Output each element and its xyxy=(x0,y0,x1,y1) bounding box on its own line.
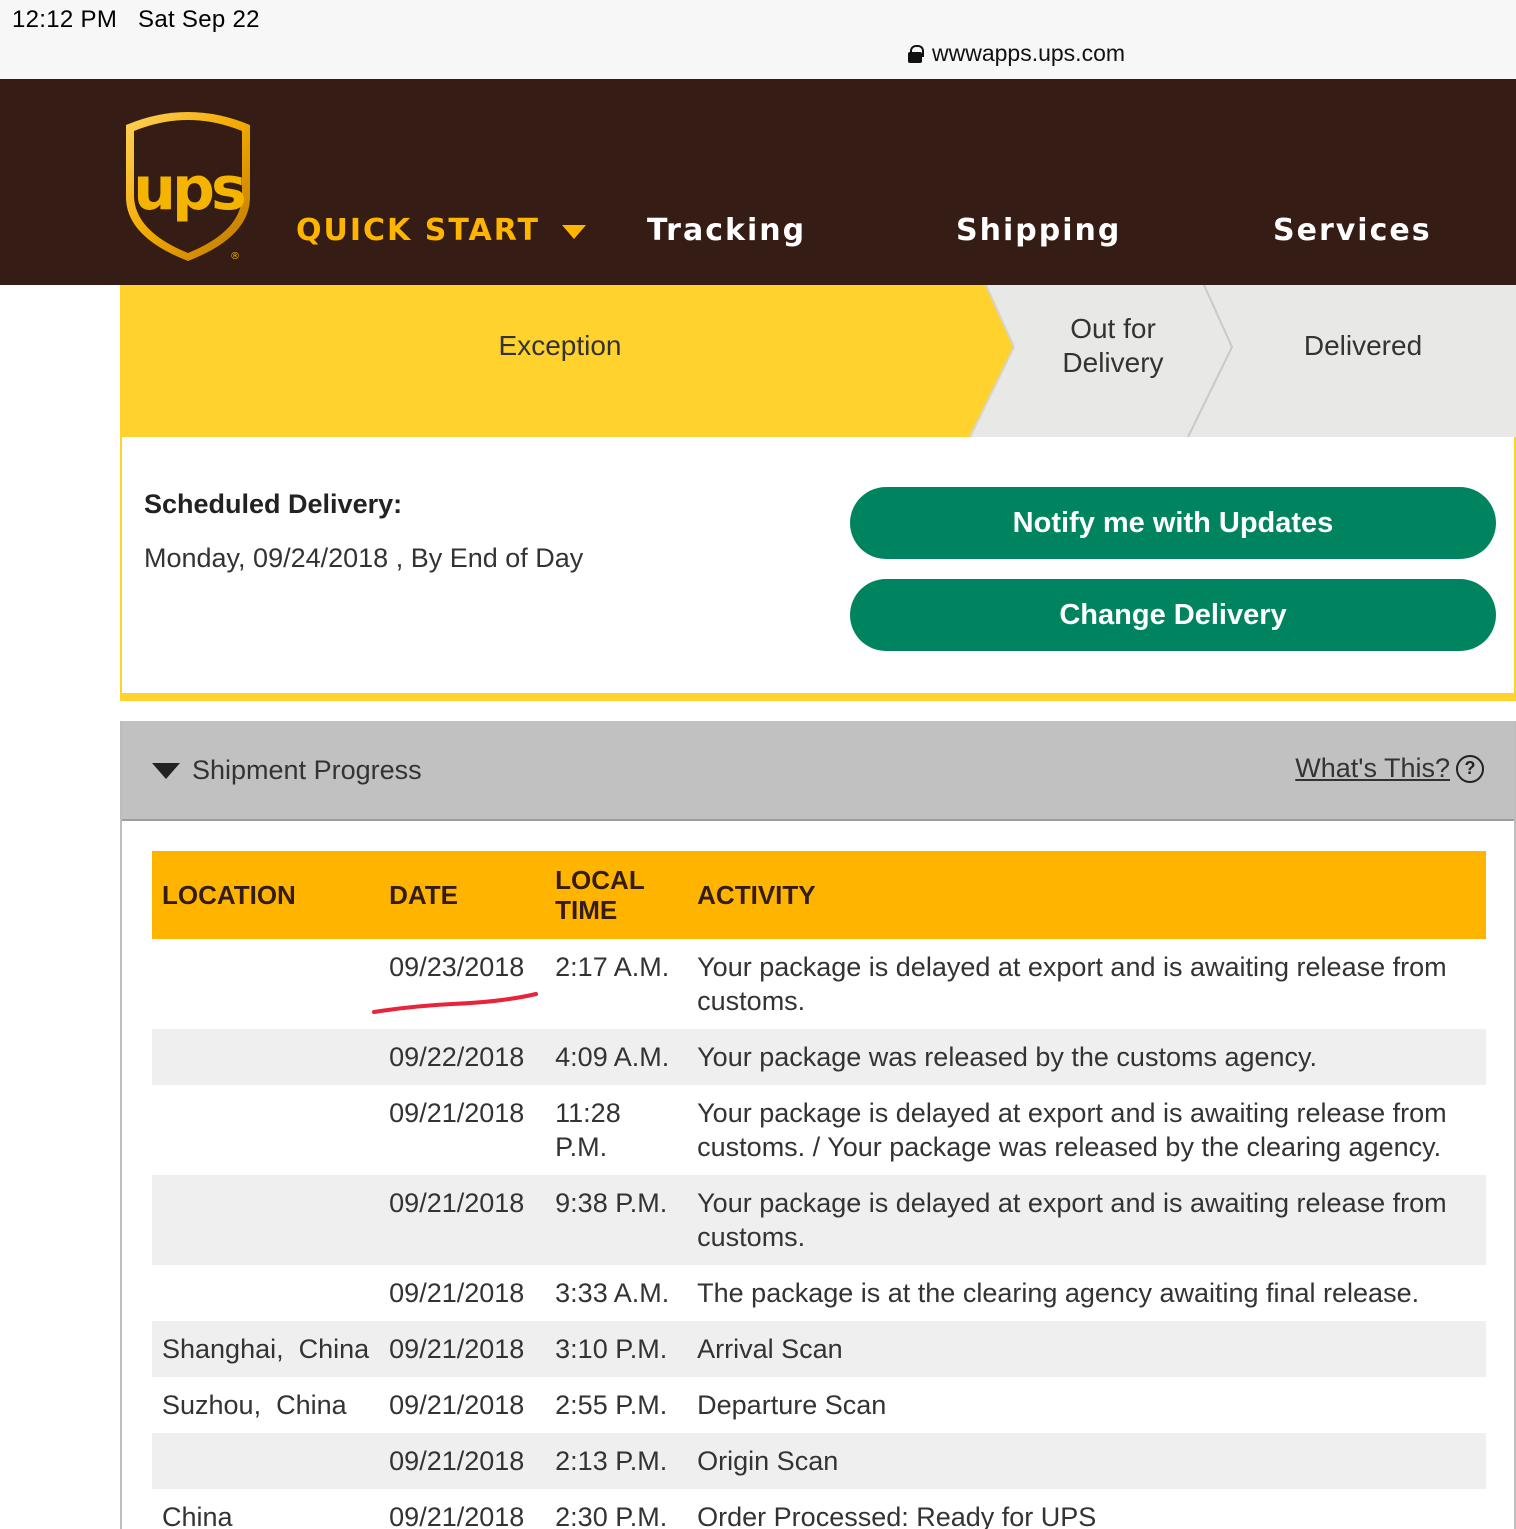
notify-updates-button[interactable]: Notify me with Updates xyxy=(850,487,1496,559)
table-row: China 09/21/2018 2:30 P.M. Order Process… xyxy=(152,1489,1486,1529)
cell-location xyxy=(152,1175,380,1265)
nav-shipping[interactable]: Shipping xyxy=(956,213,1121,248)
cell-time: 2:55 P.M. xyxy=(555,1390,668,1420)
table-row: 09/21/2018 11:28 P.M. Your package is de… xyxy=(152,1085,1486,1175)
cell-location: Suzhou, China xyxy=(162,1390,347,1420)
cell-date: 09/21/2018 xyxy=(379,1175,546,1265)
table-row: 09/23/2018 2:17 A.M. Your package is del… xyxy=(152,939,1486,1029)
address-bar[interactable]: wwwapps.ups.com xyxy=(908,40,1125,67)
cell-date: 09/21/2018 xyxy=(379,1321,546,1377)
cell-activity: The package is at the clearing agency aw… xyxy=(697,1278,1420,1308)
nav-quick-start[interactable]: QUICK START xyxy=(296,213,586,248)
cell-time: 9:38 P.M. xyxy=(545,1175,688,1265)
cell-activity: Order Processed: Ready for UPS xyxy=(697,1502,1097,1529)
header-activity: ACTIVITY xyxy=(687,851,1486,939)
cell-date: 09/21/2018 xyxy=(389,1278,525,1308)
step-delivered: Delivered xyxy=(1303,330,1423,361)
scheduled-delivery-date: Monday, 09/24/2018 , By End of Day xyxy=(144,543,584,573)
cell-date: 09/21/2018 xyxy=(379,1433,546,1489)
cell-location xyxy=(152,1433,380,1489)
table-row: 09/21/2018 3:33 A.M. The package is at t… xyxy=(152,1265,1486,1321)
help-circle-icon[interactable]: ? xyxy=(1456,754,1484,783)
lock-icon xyxy=(908,44,924,63)
whats-this-link[interactable]: What's This? ? xyxy=(1295,753,1484,784)
table-row: 09/22/2018 4:09 A.M. Your package was re… xyxy=(152,1029,1486,1085)
shipment-progress-title: Shipment Progress xyxy=(192,755,422,785)
cell-location xyxy=(152,1265,379,1321)
scheduled-delivery-panel: Scheduled Delivery: Monday, 09/24/2018 ,… xyxy=(120,437,1516,701)
cell-location xyxy=(152,1029,380,1085)
cell-location xyxy=(152,939,379,1029)
nav-services[interactable]: Services xyxy=(1273,213,1432,248)
cell-time: 3:10 P.M. xyxy=(545,1321,688,1377)
tracking-progress-bar: Exception Out for Delivery Delivered xyxy=(120,285,1516,437)
header-local-time-line2: TIME xyxy=(555,895,618,925)
cell-date: 09/22/2018 xyxy=(379,1029,546,1085)
cell-activity: Your package was released by the customs… xyxy=(687,1029,1486,1085)
step-out-for-delivery-line2: Delivery xyxy=(1062,347,1164,378)
ups-logo[interactable]: ups ® xyxy=(118,105,258,265)
cell-location xyxy=(152,1085,379,1175)
table-row: 09/21/2018 9:38 P.M. Your package is del… xyxy=(152,1175,1486,1265)
cell-date: 09/21/2018 xyxy=(389,1098,525,1128)
shipment-progress-toggle[interactable]: Shipment Progress xyxy=(152,755,422,786)
table-header-row: LOCATION DATE LOCAL TIME ACTIVITY xyxy=(152,851,1486,939)
svg-text:®: ® xyxy=(230,251,240,262)
url-text[interactable]: wwwapps.ups.com xyxy=(932,40,1125,67)
shipment-activity-table: LOCATION DATE LOCAL TIME ACTIVITY 09/23/… xyxy=(152,851,1486,1529)
nav-quick-start-label: QUICK START xyxy=(296,213,540,248)
ios-status-bar: 12:12 PM Sat Sep 22 wwwapps.ups.com xyxy=(0,0,1516,79)
cell-time: 4:09 A.M. xyxy=(545,1029,688,1085)
header-local-time: LOCAL TIME xyxy=(545,851,688,939)
cell-date: 09/21/2018 xyxy=(389,1390,525,1420)
cell-time: 3:33 A.M. xyxy=(555,1278,670,1308)
header-local-time-line1: LOCAL xyxy=(555,865,645,895)
scheduled-delivery-title: Scheduled Delivery: xyxy=(144,489,403,519)
shipment-progress-header[interactable]: Shipment Progress What's This? ? xyxy=(122,721,1514,821)
cell-time: 2:17 A.M. xyxy=(555,952,670,982)
step-exception: Exception xyxy=(498,330,622,361)
status-time: 12:12 PM Sat Sep 22 xyxy=(12,6,260,33)
cell-activity: Origin Scan xyxy=(687,1433,1486,1489)
cell-time: 2:30 P.M. xyxy=(555,1502,668,1529)
cell-time: 11:28 P.M. xyxy=(555,1098,621,1162)
whats-this-label[interactable]: What's This? xyxy=(1295,753,1450,784)
shipment-progress-panel: Shipment Progress What's This? ? LOCATIO… xyxy=(120,721,1516,1529)
table-row: 09/21/2018 2:13 P.M. Origin Scan xyxy=(152,1433,1486,1489)
triangle-down-icon xyxy=(152,762,180,779)
red-underline-annotation xyxy=(372,992,538,1014)
header-location: LOCATION xyxy=(152,851,380,939)
cell-activity: Your package is delayed at export and is… xyxy=(697,1098,1447,1162)
table-row: Suzhou, China 09/21/2018 2:55 P.M. Depar… xyxy=(152,1377,1486,1433)
step-out-for-delivery-line1: Out for xyxy=(1070,313,1156,344)
step-out-for-delivery: Out for Delivery xyxy=(1020,312,1206,380)
change-delivery-button[interactable]: Change Delivery xyxy=(850,579,1496,651)
cell-activity: Departure Scan xyxy=(697,1390,887,1420)
cell-date: 09/21/2018 xyxy=(389,1502,525,1529)
table-row: Shanghai, China 09/21/2018 3:10 P.M. Arr… xyxy=(152,1321,1486,1377)
cell-location: Shanghai, China xyxy=(152,1321,380,1377)
cell-time: 2:13 P.M. xyxy=(545,1433,688,1489)
cell-activity: Your package is delayed at export and is… xyxy=(697,952,1447,1016)
chevron-down-icon xyxy=(561,224,586,239)
cell-activity: Your package is delayed at export and is… xyxy=(687,1175,1486,1265)
nav-tracking[interactable]: Tracking xyxy=(647,213,806,248)
site-header: ups ® QUICK START Tracking Shipping Serv… xyxy=(0,79,1516,285)
header-date: DATE xyxy=(379,851,546,939)
cell-location: China xyxy=(162,1502,233,1529)
cell-activity: Arrival Scan xyxy=(687,1321,1486,1377)
logo-text: ups xyxy=(133,154,244,224)
